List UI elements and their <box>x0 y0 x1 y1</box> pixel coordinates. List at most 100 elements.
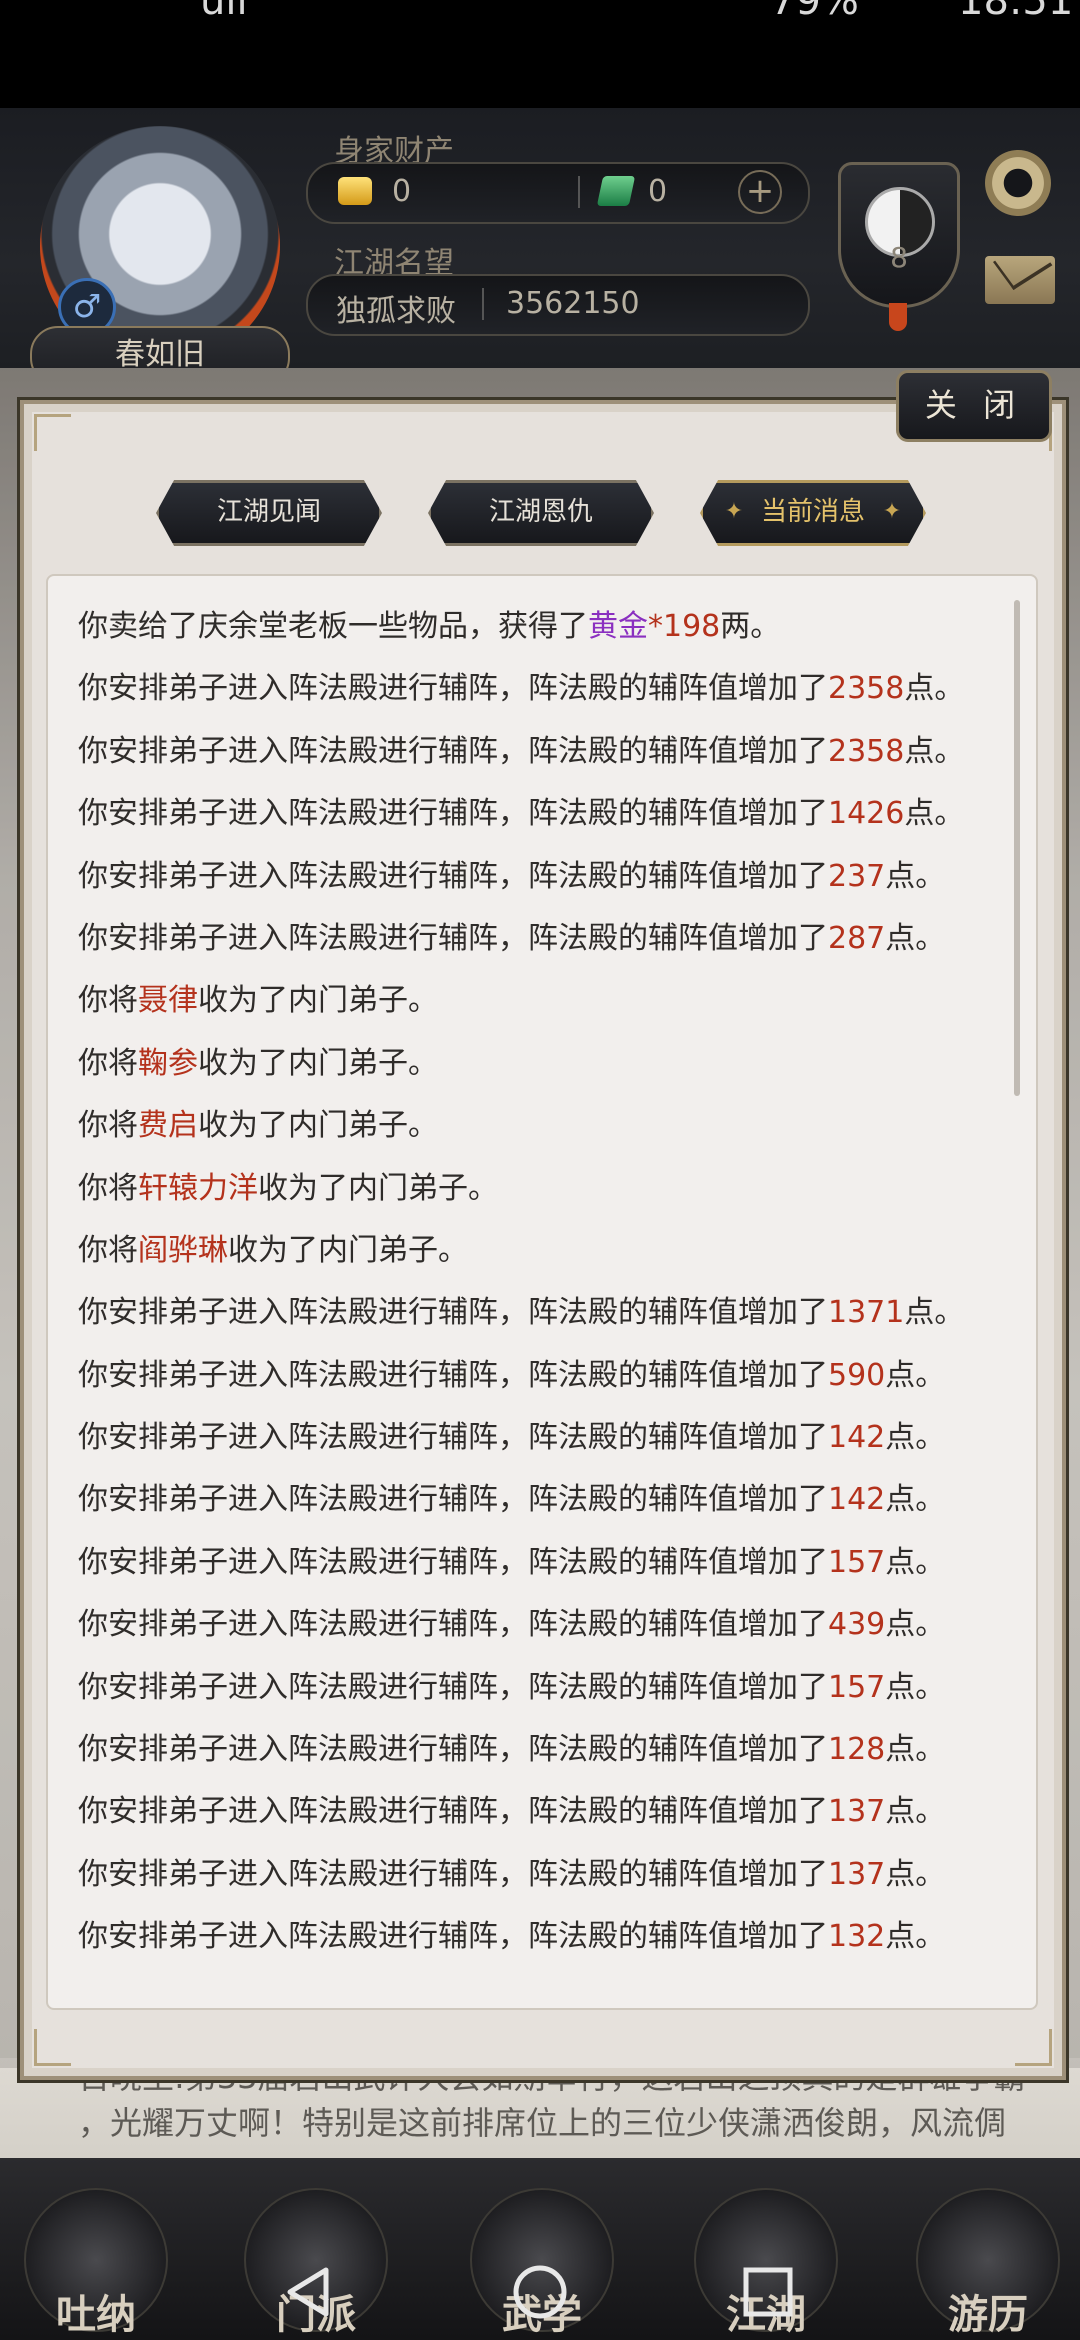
log-text: 你安排弟子进入阵法殿进行辅阵，阵法殿的辅阵值增加了 <box>78 1669 828 1705</box>
log-value: 128 <box>828 1732 886 1768</box>
log-value: 137 <box>828 1856 886 1892</box>
message-log[interactable]: 你卖给了庆余堂老板一些物品，获得了黄金*198两。 你安排弟子进入阵法殿进行辅阵，… <box>46 574 1038 2010</box>
divider <box>578 176 580 208</box>
gold-value: 0 <box>392 174 412 209</box>
log-text: 你将 <box>78 1232 138 1268</box>
disciple-name: 阎骅琳 <box>138 1232 228 1268</box>
nav-item-tuna[interactable]: 吐纳 <box>24 2188 168 2338</box>
log-text: 你安排弟子进入阵法殿进行辅阵，阵法殿的辅阵值增加了 <box>78 920 828 956</box>
assets-bar: 0 0 + <box>306 162 810 224</box>
mail-icon[interactable] <box>985 256 1055 304</box>
log-text: 你安排弟子进入阵法殿进行辅阵，阵法殿的辅阵值增加了 <box>78 671 828 707</box>
log-value: 237 <box>828 858 886 894</box>
rank-badge[interactable]: 8 <box>838 162 960 331</box>
log-text: 点。 <box>885 1669 946 1705</box>
log-text: 点。 <box>904 671 965 707</box>
log-value: 142 <box>828 1482 886 1518</box>
badge-count: 8 <box>890 241 908 274</box>
gear-icon[interactable] <box>985 150 1051 216</box>
log-line: 你安排弟子进入阵法殿进行辅阵，阵法殿的辅阵值增加了142点。 <box>78 1469 1018 1531</box>
log-value: *198 <box>648 609 721 644</box>
log-line: 你安排弟子进入阵法殿进行辅阵，阵法殿的辅阵值增加了2358点。 <box>78 658 1018 720</box>
nav-label: 吐纳 <box>56 2292 136 2338</box>
log-value: 157 <box>828 1544 886 1580</box>
log-line: 你安排弟子进入阵法殿进行辅阵，阵法殿的辅阵值增加了439点。 <box>78 1594 1018 1656</box>
log-text: 你将 <box>78 983 138 1019</box>
tab-jianghu-news[interactable]: 江湖见闻 <box>156 480 382 546</box>
back-icon[interactable] <box>280 2262 340 2322</box>
log-value: 157 <box>828 1669 886 1705</box>
item-name: 黄金 <box>588 609 648 644</box>
log-value: 2358 <box>828 733 905 769</box>
log-text: 你安排弟子进入阵法殿进行辅阵，阵法殿的辅阵值增加了 <box>78 733 828 769</box>
log-list: 你卖给了庆余堂老板一些物品，获得了黄金*198两。 你安排弟子进入阵法殿进行辅阵，… <box>78 596 1018 1969</box>
log-text: 收为了内门弟子。 <box>228 1232 468 1268</box>
log-text: 收为了内门弟子。 <box>198 1108 438 1144</box>
log-value: 1426 <box>828 796 905 832</box>
log-text: 点。 <box>904 796 965 832</box>
log-line: 你安排弟子进入阵法殿进行辅阵，阵法殿的辅阵值增加了590点。 <box>78 1345 1018 1407</box>
log-text: 点。 <box>885 858 946 894</box>
log-line: 你安排弟子进入阵法殿进行辅阵，阵法殿的辅阵值增加了137点。 <box>78 1781 1018 1843</box>
tab-label: 江湖见闻 <box>216 497 321 527</box>
tab-current-messages[interactable]: ✦ 当前消息 ✦ <box>700 480 926 546</box>
disciple-name: 费启 <box>138 1108 198 1144</box>
jade-value: 0 <box>648 174 668 209</box>
close-button[interactable]: 关 闭 <box>896 370 1052 442</box>
log-text: 你安排弟子进入阵法殿进行辅阵，阵法殿的辅阵值增加了 <box>78 1856 828 1892</box>
gold-icon <box>338 177 372 205</box>
jade-icon <box>596 176 636 206</box>
log-value: 2358 <box>828 671 905 707</box>
log-text: 你安排弟子进入阵法殿进行辅阵，阵法殿的辅阵值增加了 <box>78 1794 828 1830</box>
log-text: 你安排弟子进入阵法殿进行辅阵，阵法殿的辅阵值增加了 <box>78 1295 828 1331</box>
log-text: 你安排弟子进入阵法殿进行辅阵，阵法殿的辅阵值增加了 <box>78 1357 828 1393</box>
log-line: 你安排弟子进入阵法殿进行辅阵，阵法殿的辅阵值增加了128点。 <box>78 1719 1018 1781</box>
scrollbar[interactable] <box>1014 600 1020 1096</box>
log-text: 你安排弟子进入阵法殿进行辅阵，阵法殿的辅阵值增加了 <box>78 1919 828 1955</box>
log-text: 收为了内门弟子。 <box>198 1045 438 1081</box>
log-text: 点。 <box>885 1732 946 1768</box>
recents-icon[interactable] <box>738 2262 798 2322</box>
tab-label: 当前消息 <box>760 497 865 527</box>
battery-status: 79% <box>770 0 859 24</box>
fame-value: 3562150 <box>506 286 640 321</box>
log-text: 你安排弟子进入阵法殿进行辅阵，阵法殿的辅阵值增加了 <box>78 858 828 894</box>
log-text: 你安排弟子进入阵法殿进行辅阵，阵法殿的辅阵值增加了 <box>78 1607 828 1643</box>
log-text: 你安排弟子进入阵法殿进行辅阵，阵法殿的辅阵值增加了 <box>78 1732 828 1768</box>
disciple-name: 聂律 <box>138 983 198 1019</box>
tab-jianghu-feuds[interactable]: 江湖恩仇 <box>428 480 654 546</box>
log-text: 你将 <box>78 1045 138 1081</box>
log-line: 你安排弟子进入阵法殿进行辅阵，阵法殿的辅阵值增加了1371点。 <box>78 1282 1018 1344</box>
log-text: 点。 <box>885 1544 946 1580</box>
news-line: ，光耀万丈啊！特别是这前排席位上的三位少侠潇洒俊朗，风流倜 <box>78 2104 1007 2142</box>
log-value: 137 <box>828 1794 886 1830</box>
log-text: 点。 <box>885 1357 946 1393</box>
log-line: 你卖给了庆余堂老板一些物品，获得了黄金*198两。 <box>78 596 1018 658</box>
log-text: 你将 <box>78 1170 138 1206</box>
home-icon[interactable] <box>510 2262 570 2322</box>
log-text: 收为了内门弟子。 <box>198 983 438 1019</box>
add-currency-button[interactable]: + <box>738 170 782 214</box>
disciple-name: 轩辕力洋 <box>138 1170 258 1206</box>
log-text: 你安排弟子进入阵法殿进行辅阵，阵法殿的辅阵值增加了 <box>78 1482 828 1518</box>
log-text: 点。 <box>885 1420 946 1456</box>
log-line: 你安排弟子进入阵法殿进行辅阵，阵法殿的辅阵值增加了157点。 <box>78 1532 1018 1594</box>
disciple-name: 鞠参 <box>138 1045 198 1081</box>
clock: 18:51 <box>958 0 1074 24</box>
log-value: 1371 <box>828 1295 905 1331</box>
log-text: 点。 <box>885 920 946 956</box>
nav-item-travel[interactable]: 游历 <box>916 2188 1060 2338</box>
log-line: 你安排弟子进入阵法殿进行辅阵，阵法殿的辅阵值增加了2358点。 <box>78 721 1018 783</box>
log-text: 点。 <box>885 1856 946 1892</box>
log-text: 点。 <box>904 1295 965 1331</box>
log-line: 你安排弟子进入阵法殿进行辅阵，阵法殿的辅阵值增加了237点。 <box>78 846 1018 908</box>
log-text: 你安排弟子进入阵法殿进行辅阵，阵法殿的辅阵值增加了 <box>78 1544 828 1580</box>
tassel-icon <box>889 303 907 331</box>
log-line: 你安排弟子进入阵法殿进行辅阵，阵法殿的辅阵值增加了287点。 <box>78 908 1018 970</box>
ornament-icon: ✦ <box>882 499 902 524</box>
log-line: 你将聂律收为了内门弟子。 <box>78 970 1018 1032</box>
log-text: 你安排弟子进入阵法殿进行辅阵，阵法殿的辅阵值增加了 <box>78 796 828 832</box>
log-line: 你将阎骅琳收为了内门弟子。 <box>78 1220 1018 1282</box>
log-line: 你安排弟子进入阵法殿进行辅阵，阵法殿的辅阵值增加了157点。 <box>78 1657 1018 1719</box>
log-text: 点。 <box>885 1607 946 1643</box>
